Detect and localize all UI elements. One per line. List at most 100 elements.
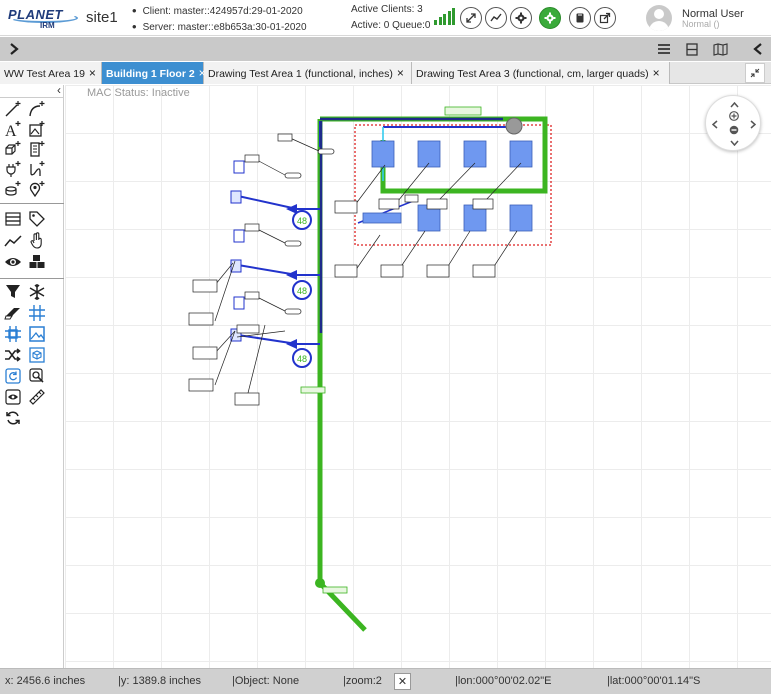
outlet-label[interactable] bbox=[192, 346, 218, 360]
plugin-settings-button[interactable] bbox=[539, 7, 561, 29]
cable-node[interactable] bbox=[315, 578, 325, 588]
draw-arc-tool[interactable] bbox=[27, 99, 47, 119]
outlet-label[interactable] bbox=[472, 198, 494, 210]
tab-drawing-test-area-3[interactable]: Drawing Test Area 3 (functional, cm, lar… bbox=[412, 62, 670, 84]
site-name: site1 bbox=[86, 9, 118, 26]
background-image-tool[interactable] bbox=[27, 324, 47, 344]
drawing-canvas[interactable]: MAC Status: Inactive 48 48 48 bbox=[65, 85, 771, 668]
patch-panel[interactable] bbox=[230, 190, 242, 204]
outlet-label[interactable] bbox=[234, 392, 260, 406]
draw-line-tool[interactable] bbox=[3, 99, 23, 119]
outlet-label[interactable] bbox=[244, 291, 260, 300]
collapse-panel-button[interactable] bbox=[748, 39, 768, 59]
pan-down-button[interactable] bbox=[728, 137, 740, 149]
3d-view-tool[interactable] bbox=[27, 345, 47, 365]
zoom-in-button[interactable] bbox=[728, 110, 740, 122]
user-avatar[interactable] bbox=[646, 5, 672, 31]
outlet-label[interactable] bbox=[188, 378, 214, 392]
tab-ww-test-area-19[interactable]: WW Test Area 19 × bbox=[0, 62, 102, 84]
pan-tool[interactable] bbox=[27, 231, 47, 251]
cable-label[interactable] bbox=[300, 386, 326, 394]
measure-tool[interactable] bbox=[27, 387, 47, 407]
filter-tool[interactable] bbox=[3, 282, 23, 302]
outlet-label[interactable] bbox=[236, 324, 260, 334]
map-button[interactable] bbox=[710, 39, 730, 59]
shuffle-tool[interactable] bbox=[3, 345, 23, 365]
manual-button[interactable] bbox=[569, 7, 591, 29]
zoom-area-tool[interactable] bbox=[27, 366, 47, 386]
floor-plan-drawing[interactable]: 48 48 48 bbox=[65, 85, 771, 668]
network-switch[interactable] bbox=[505, 117, 523, 135]
visibility-tool[interactable] bbox=[3, 252, 23, 272]
outlet-label[interactable] bbox=[244, 154, 260, 163]
outlet-device[interactable] bbox=[371, 140, 395, 168]
visibility-box-tool[interactable] bbox=[3, 387, 23, 407]
pan-right-button[interactable] bbox=[747, 118, 759, 130]
fullscreen-button[interactable] bbox=[460, 7, 482, 29]
patch-panel[interactable] bbox=[233, 296, 245, 310]
device-label[interactable] bbox=[444, 106, 482, 116]
pan-left-button[interactable] bbox=[709, 118, 721, 130]
outlet-label[interactable] bbox=[426, 264, 450, 278]
connector[interactable] bbox=[284, 172, 302, 179]
close-icon[interactable]: × bbox=[89, 66, 96, 80]
outlet-label[interactable] bbox=[192, 279, 218, 293]
settings-button[interactable] bbox=[510, 7, 532, 29]
outlet-label[interactable] bbox=[378, 198, 400, 210]
signal-bar bbox=[443, 14, 446, 25]
add-location-tool[interactable] bbox=[27, 179, 47, 199]
chart-button[interactable] bbox=[485, 7, 507, 29]
zoom-out-button[interactable] bbox=[728, 124, 740, 136]
outlet-label[interactable] bbox=[334, 264, 358, 278]
tab-drawing-test-area-1[interactable]: Drawing Test Area 1 (functional, inches)… bbox=[204, 62, 412, 84]
tag-tool[interactable] bbox=[27, 209, 47, 229]
outlet-label[interactable] bbox=[334, 200, 358, 214]
patch-panel[interactable] bbox=[233, 160, 245, 174]
cable-tray-green-main[interactable] bbox=[317, 119, 367, 632]
close-icon[interactable]: × bbox=[653, 66, 660, 80]
minimize-view-button[interactable] bbox=[745, 63, 765, 83]
cube-view-icon bbox=[29, 347, 45, 363]
outlet-label[interactable] bbox=[380, 264, 404, 278]
add-text-icon: A bbox=[5, 121, 21, 138]
add-plug-tool[interactable] bbox=[3, 159, 23, 179]
add-cylinder-tool[interactable] bbox=[3, 179, 23, 199]
patch-panel[interactable] bbox=[230, 259, 242, 273]
outlet-device[interactable] bbox=[362, 212, 402, 224]
eraser-tool[interactable] bbox=[3, 303, 23, 323]
connector[interactable] bbox=[284, 240, 302, 247]
zoom-reset-button[interactable]: ✕ bbox=[394, 673, 411, 690]
add-shape-tool[interactable] bbox=[3, 139, 23, 159]
planet-irm-logo[interactable]: PLANET IRM bbox=[8, 7, 80, 31]
outlet-label[interactable] bbox=[426, 198, 448, 210]
grid-tool[interactable] bbox=[27, 303, 47, 323]
add-cable-tool[interactable] bbox=[27, 159, 47, 179]
grid-snap-tool[interactable] bbox=[3, 324, 23, 344]
rotate-tool[interactable] bbox=[3, 408, 23, 428]
layout-button[interactable] bbox=[682, 39, 702, 59]
collapse-palette-icon[interactable]: ‹ bbox=[57, 83, 61, 97]
outlet-label[interactable] bbox=[244, 223, 260, 232]
connector[interactable] bbox=[284, 308, 302, 315]
outlet-device[interactable] bbox=[509, 204, 533, 232]
outlet-label[interactable] bbox=[277, 133, 293, 142]
outlet-label[interactable] bbox=[404, 194, 419, 203]
cable-label[interactable] bbox=[322, 586, 348, 594]
expand-sidebar-button[interactable] bbox=[4, 39, 24, 59]
close-icon[interactable]: × bbox=[397, 66, 404, 80]
connector[interactable] bbox=[317, 148, 335, 155]
layers-tool[interactable] bbox=[3, 209, 23, 229]
add-image-tool[interactable] bbox=[27, 119, 47, 139]
external-link-button[interactable] bbox=[594, 7, 616, 29]
freeze-tool[interactable] bbox=[27, 282, 47, 302]
add-text-tool[interactable]: A bbox=[3, 119, 23, 139]
cubes-tool[interactable] bbox=[27, 252, 47, 272]
tab-building-1-floor-2[interactable]: Building 1 Floor 2 × bbox=[102, 62, 206, 84]
refresh-view-tool[interactable] bbox=[3, 366, 23, 386]
trend-tool[interactable] bbox=[3, 231, 23, 251]
patch-panel[interactable] bbox=[233, 229, 245, 243]
outlet-label[interactable] bbox=[472, 264, 496, 278]
menu-button[interactable] bbox=[654, 39, 674, 59]
add-device-tool[interactable] bbox=[27, 139, 47, 159]
outlet-label[interactable] bbox=[188, 312, 214, 326]
